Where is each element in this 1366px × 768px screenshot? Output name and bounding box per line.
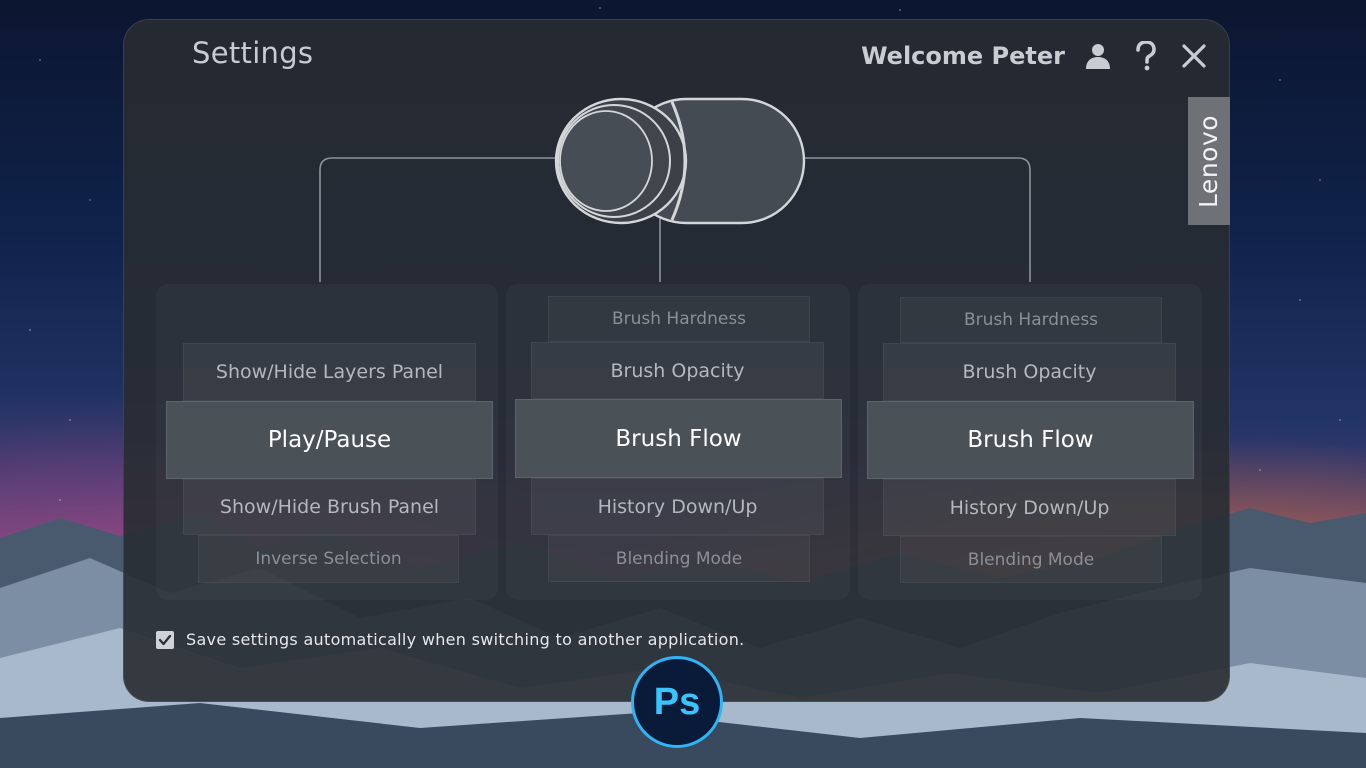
checkmark-icon [158, 634, 172, 645]
settings-panel: Settings Welcome Peter Lenovo Show/Hide … [123, 19, 1230, 702]
right-option-selected[interactable]: Brush Flow [867, 401, 1194, 479]
center-option-bottom-far[interactable]: Blending Mode [548, 535, 810, 582]
right-option-bottom-near[interactable]: History Down/Up [883, 479, 1176, 536]
lenovo-logo: Lenovo [1188, 97, 1230, 225]
save-settings-label: Save settings automatically when switchi… [186, 630, 745, 649]
photoshop-app-icon[interactable]: Ps [631, 656, 723, 748]
user-icon[interactable] [1083, 40, 1113, 72]
left-option-selected[interactable]: Play/Pause [166, 401, 493, 479]
save-settings-row: Save settings automatically when switchi… [156, 630, 745, 649]
lenovo-logo-text: Lenovo [1194, 114, 1224, 208]
close-icon[interactable] [1179, 40, 1209, 72]
center-option-selected[interactable]: Brush Flow [515, 399, 842, 478]
right-option-top-far[interactable]: Brush Hardness [900, 297, 1162, 343]
photoshop-app-label: Ps [653, 680, 701, 723]
welcome-text: Welcome Peter [861, 42, 1065, 70]
right-option-bottom-far[interactable]: Blending Mode [900, 536, 1162, 583]
header-actions: Welcome Peter [861, 40, 1209, 72]
right-option-top-near[interactable]: Brush Opacity [883, 343, 1176, 401]
left-option-top-near[interactable]: Show/Hide Layers Panel [183, 343, 476, 401]
center-option-top-near[interactable]: Brush Opacity [531, 342, 824, 399]
center-option-top-far[interactable]: Brush Hardness [548, 296, 810, 342]
page-title: Settings [192, 36, 314, 70]
save-settings-checkbox[interactable] [156, 630, 174, 649]
center-option-bottom-near[interactable]: History Down/Up [531, 478, 824, 535]
left-option-bottom-near[interactable]: Show/Hide Brush Panel [183, 479, 476, 535]
help-icon[interactable] [1131, 40, 1161, 72]
left-option-bottom-far[interactable]: Inverse Selection [198, 535, 459, 583]
